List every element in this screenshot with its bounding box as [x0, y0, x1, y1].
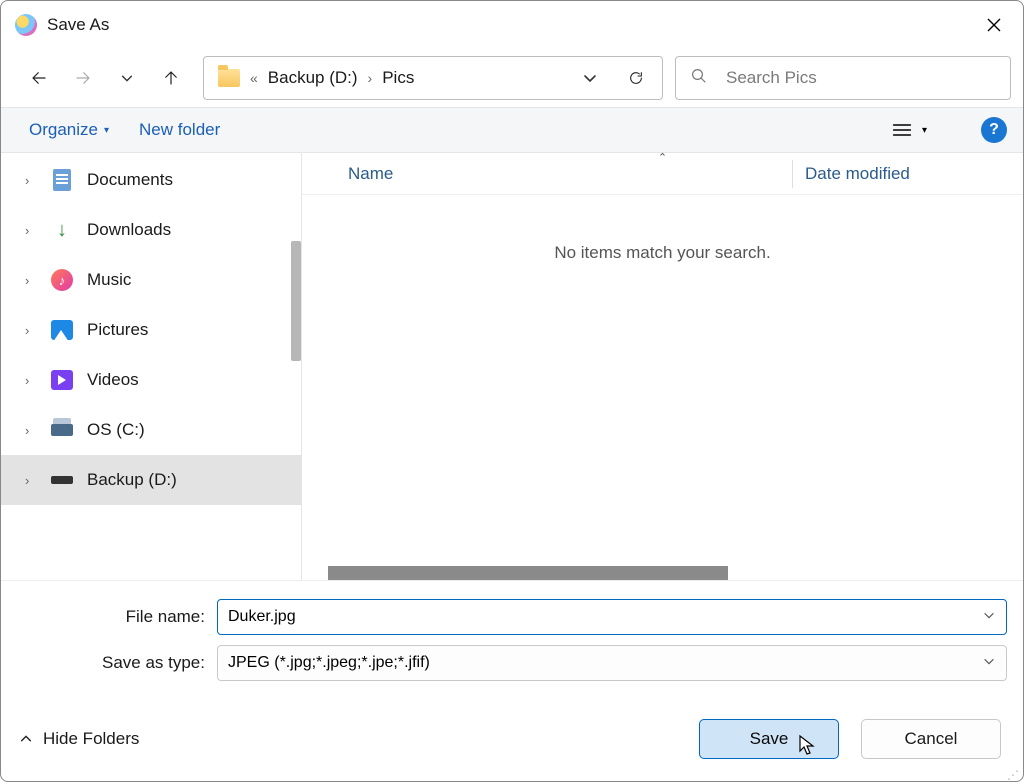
music-icon: ♪: [51, 269, 73, 291]
tree-item-os-c[interactable]: › OS (C:): [1, 405, 301, 455]
search-input[interactable]: [726, 68, 996, 88]
chevron-right-icon: ›: [25, 473, 37, 488]
drive-icon: [51, 469, 73, 491]
downloads-icon: ↓: [51, 219, 73, 241]
cancel-button[interactable]: Cancel: [861, 719, 1001, 759]
content-area: › Documents › ↓ Downloads › ♪ Music › Pi…: [1, 153, 1023, 580]
filename-input[interactable]: [228, 608, 982, 626]
close-button[interactable]: [971, 7, 1017, 43]
navigation-bar: « Backup (D:) › Pics: [1, 49, 1023, 107]
videos-icon: [51, 369, 73, 391]
help-button[interactable]: ?: [981, 117, 1007, 143]
chevron-up-icon: [19, 732, 33, 746]
refresh-button[interactable]: [618, 60, 654, 96]
chevron-right-icon: ›: [25, 223, 37, 238]
organize-label: Organize: [29, 120, 98, 140]
folder-icon: [218, 69, 240, 87]
tree-item-label: Videos: [87, 370, 139, 390]
save-button[interactable]: Save: [699, 719, 839, 759]
tree-item-pictures[interactable]: › Pictures: [1, 305, 301, 355]
arrow-left-icon: [30, 69, 48, 87]
chevron-down-icon: [120, 71, 134, 85]
chevron-down-icon: [582, 70, 598, 86]
titlebar: Save As: [1, 1, 1023, 49]
tree-item-label: Downloads: [87, 220, 171, 240]
caret-down-icon: ▾: [922, 125, 927, 136]
tree-item-label: Backup (D:): [87, 470, 177, 490]
forward-button[interactable]: [63, 58, 103, 98]
chevron-down-icon[interactable]: [982, 608, 996, 627]
navigation-tree: › Documents › ↓ Downloads › ♪ Music › Pi…: [1, 153, 301, 580]
chevron-right-icon: ›: [25, 423, 37, 438]
chevron-right-icon: ›: [25, 373, 37, 388]
tree-item-label: OS (C:): [87, 420, 145, 440]
chevron-right-icon: ›: [25, 173, 37, 188]
savetype-value: JPEG (*.jpg;*.jpeg;*.jpe;*.jfif): [228, 654, 430, 672]
tree-item-label: Documents: [87, 170, 173, 190]
search-icon: [690, 67, 708, 90]
tree-item-documents[interactable]: › Documents: [1, 155, 301, 205]
close-icon: [986, 17, 1002, 33]
new-folder-button[interactable]: New folder: [139, 120, 220, 140]
savetype-label: Save as type:: [17, 653, 217, 673]
recent-locations-button[interactable]: [107, 58, 147, 98]
pictures-icon: [51, 319, 73, 341]
paint-app-icon: [15, 14, 37, 36]
tree-item-label: Music: [87, 270, 131, 290]
organize-button[interactable]: Organize ▾: [29, 120, 109, 140]
refresh-icon: [628, 70, 644, 86]
sort-indicator-icon: ⌃: [658, 151, 667, 164]
filename-label: File name:: [17, 607, 217, 627]
breadcrumb-current[interactable]: Pics: [382, 68, 414, 88]
drive-icon: [51, 419, 73, 441]
address-bar[interactable]: « Backup (D:) › Pics: [203, 56, 663, 100]
toolbar: Organize ▾ New folder ▾ ?: [1, 107, 1023, 153]
back-button[interactable]: [19, 58, 59, 98]
resize-grip-icon[interactable]: ⋰: [1007, 772, 1020, 778]
tree-item-music[interactable]: › ♪ Music: [1, 255, 301, 305]
column-headers: ⌃ Name Date modified: [302, 153, 1023, 195]
savetype-combobox[interactable]: JPEG (*.jpg;*.jpeg;*.jpe;*.jfif): [217, 645, 1007, 681]
file-list-pane: ⌃ Name Date modified No items match your…: [301, 153, 1023, 580]
up-button[interactable]: [151, 58, 191, 98]
breadcrumb-parent[interactable]: Backup (D:): [268, 68, 358, 88]
caret-down-icon: ▾: [104, 125, 109, 136]
tree-item-videos[interactable]: › Videos: [1, 355, 301, 405]
tree-item-label: Pictures: [87, 320, 148, 340]
tree-item-backup-d[interactable]: › Backup (D:): [1, 455, 301, 505]
empty-list-message: No items match your search.: [302, 195, 1023, 311]
column-name[interactable]: Name: [302, 164, 792, 184]
horizontal-scrollbar[interactable]: [328, 566, 728, 580]
arrow-right-icon: [74, 69, 92, 87]
tree-item-downloads[interactable]: › ↓ Downloads: [1, 205, 301, 255]
search-box[interactable]: [675, 56, 1011, 100]
chevron-down-icon[interactable]: [982, 654, 996, 673]
chevron-right-icon: ›: [25, 273, 37, 288]
save-form: File name: Save as type: JPEG (*.jpg;*.j…: [1, 580, 1023, 699]
breadcrumb-overflow-icon: «: [250, 70, 258, 86]
filename-combobox[interactable]: [217, 599, 1007, 635]
hide-folders-label: Hide Folders: [43, 729, 139, 749]
save-as-dialog: Save As « Backup (D:) › Pics: [0, 0, 1024, 782]
tree-scrollbar[interactable]: [291, 241, 301, 361]
help-icon: ?: [989, 121, 999, 139]
chevron-right-icon: ›: [25, 323, 37, 338]
view-options-button[interactable]: ▾: [886, 118, 933, 142]
footer: Hide Folders Save Cancel: [1, 699, 1023, 781]
hide-folders-button[interactable]: Hide Folders: [19, 729, 139, 749]
arrow-up-icon: [162, 69, 180, 87]
chevron-right-icon: ›: [368, 70, 373, 86]
documents-icon: [51, 169, 73, 191]
address-dropdown-button[interactable]: [572, 60, 608, 96]
column-date-modified[interactable]: Date modified: [792, 160, 910, 188]
dialog-title: Save As: [47, 15, 109, 35]
list-view-icon: [892, 122, 912, 138]
